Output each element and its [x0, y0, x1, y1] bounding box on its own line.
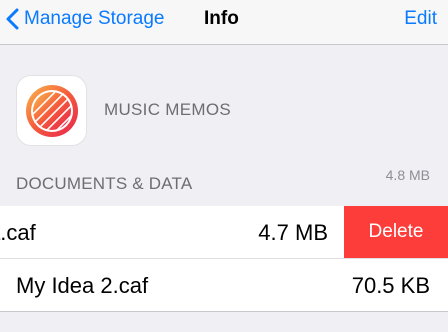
page-title: Info: [204, 8, 239, 29]
file-size: 70.5 KB: [351, 273, 430, 298]
delete-button[interactable]: Delete: [344, 206, 448, 258]
file-name: a.caf: [0, 220, 36, 245]
app-name: MUSIC MEMOS: [104, 100, 232, 119]
file-row[interactable]: a.caf 4.7 MB Delete: [0, 206, 448, 258]
file-row[interactable]: My Idea 2.caf 70.5 KB: [0, 259, 448, 311]
edit-button[interactable]: Edit: [404, 8, 437, 30]
section-header: DOCUMENTS & DATA: [16, 174, 193, 193]
section-total-size: 4.8 MB: [385, 167, 430, 183]
chevron-left-icon: [6, 8, 19, 30]
back-button-label: Manage Storage: [24, 8, 165, 29]
back-button[interactable]: Manage Storage: [6, 6, 165, 32]
navigation-bar: Manage Storage Info Edit: [0, 0, 448, 45]
music-memos-icon: [16, 75, 87, 146]
file-size: 4.7 MB: [258, 220, 328, 245]
list-bottom-border: [0, 311, 448, 312]
file-name: My Idea 2.caf: [16, 273, 149, 298]
